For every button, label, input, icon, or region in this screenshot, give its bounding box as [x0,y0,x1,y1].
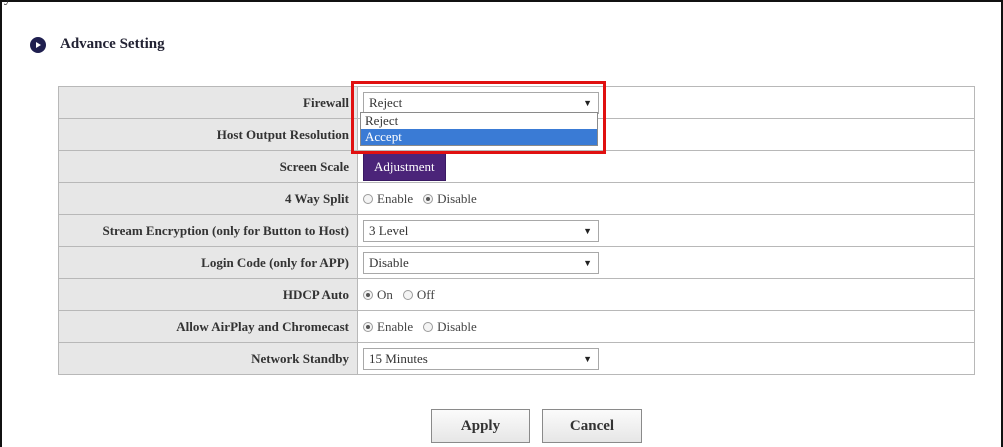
hdcp-auto-radio-group: On Off [363,287,974,303]
4-way-split-disable-label[interactable]: Disable [437,191,477,207]
row-login-code: Login Code (only for APP) Disable ▼ [58,246,975,279]
chevron-down-icon: ▼ [583,257,592,268]
airplay-disable-label[interactable]: Disable [437,319,477,335]
login-code-label: Login Code (only for APP) [58,246,358,279]
apply-button[interactable]: Apply [431,409,530,443]
login-code-select[interactable]: Disable ▼ [363,251,599,274]
firewall-label: Firewall [58,86,358,119]
airplay-enable-radio[interactable] [363,321,373,332]
section-title: Advance Setting [60,36,165,52]
stream-encryption-label: Stream Encryption (only for Button to Ho… [58,214,358,247]
row-airplay-chromecast: Allow AirPlay and Chromecast Enable Disa… [58,310,975,343]
4-way-split-label: 4 Way Split [58,182,358,215]
4-way-split-disable-radio[interactable] [423,193,434,204]
network-standby-select-value: 15 Minutes [369,350,428,366]
airplay-disable-radio[interactable] [423,321,434,332]
hdcp-auto-off-label[interactable]: Off [417,287,435,303]
4-way-split-enable-label[interactable]: Enable [377,191,413,207]
firewall-select[interactable]: Reject ▼ [363,91,599,114]
firewall-dropdown-list: Reject Accept [360,112,598,146]
hdcp-auto-on-label[interactable]: On [377,287,393,303]
chevron-down-icon: ▼ [583,225,592,236]
row-hdcp-auto: HDCP Auto On Off [58,278,975,311]
play-circle-icon [30,36,46,53]
screen-scale-label: Screen Scale [58,150,358,183]
login-code-select-value: Disable [369,254,409,270]
window-top-border [0,0,1003,2]
section-header: Advance Setting [30,36,165,53]
host-output-resolution-label: Host Output Resolution [58,118,358,151]
hdcp-auto-label: HDCP Auto [58,278,358,311]
chevron-down-icon: ▼ [583,97,592,108]
stream-encryption-select-value: 3 Level [369,222,409,238]
airplay-enable-label[interactable]: Enable [377,319,413,335]
header-partial-text: y [4,0,11,7]
row-4-way-split: 4 Way Split Enable Disable [58,182,975,215]
4-way-split-radio-group: Enable Disable [363,191,974,207]
hdcp-auto-on-radio[interactable] [363,289,373,300]
network-standby-label: Network Standby [58,342,358,375]
stream-encryption-select[interactable]: 3 Level ▼ [363,219,599,242]
window-left-border [0,0,2,447]
firewall-option-accept[interactable]: Accept [361,129,597,145]
4-way-split-enable-radio[interactable] [363,193,373,204]
firewall-select-value: Reject [369,94,403,110]
row-screen-scale: Screen Scale Adjustment [58,150,975,183]
adjustment-button[interactable]: Adjustment [363,152,446,181]
network-standby-select[interactable]: 15 Minutes ▼ [363,347,599,370]
airplay-chromecast-radio-group: Enable Disable [363,319,974,335]
row-stream-encryption: Stream Encryption (only for Button to Ho… [58,214,975,247]
cancel-button[interactable]: Cancel [542,409,642,443]
chevron-down-icon: ▼ [583,353,592,364]
airplay-chromecast-label: Allow AirPlay and Chromecast [58,310,358,343]
hdcp-auto-off-radio[interactable] [402,289,413,300]
row-network-standby: Network Standby 15 Minutes ▼ [58,342,975,375]
firewall-option-reject[interactable]: Reject [361,113,597,129]
